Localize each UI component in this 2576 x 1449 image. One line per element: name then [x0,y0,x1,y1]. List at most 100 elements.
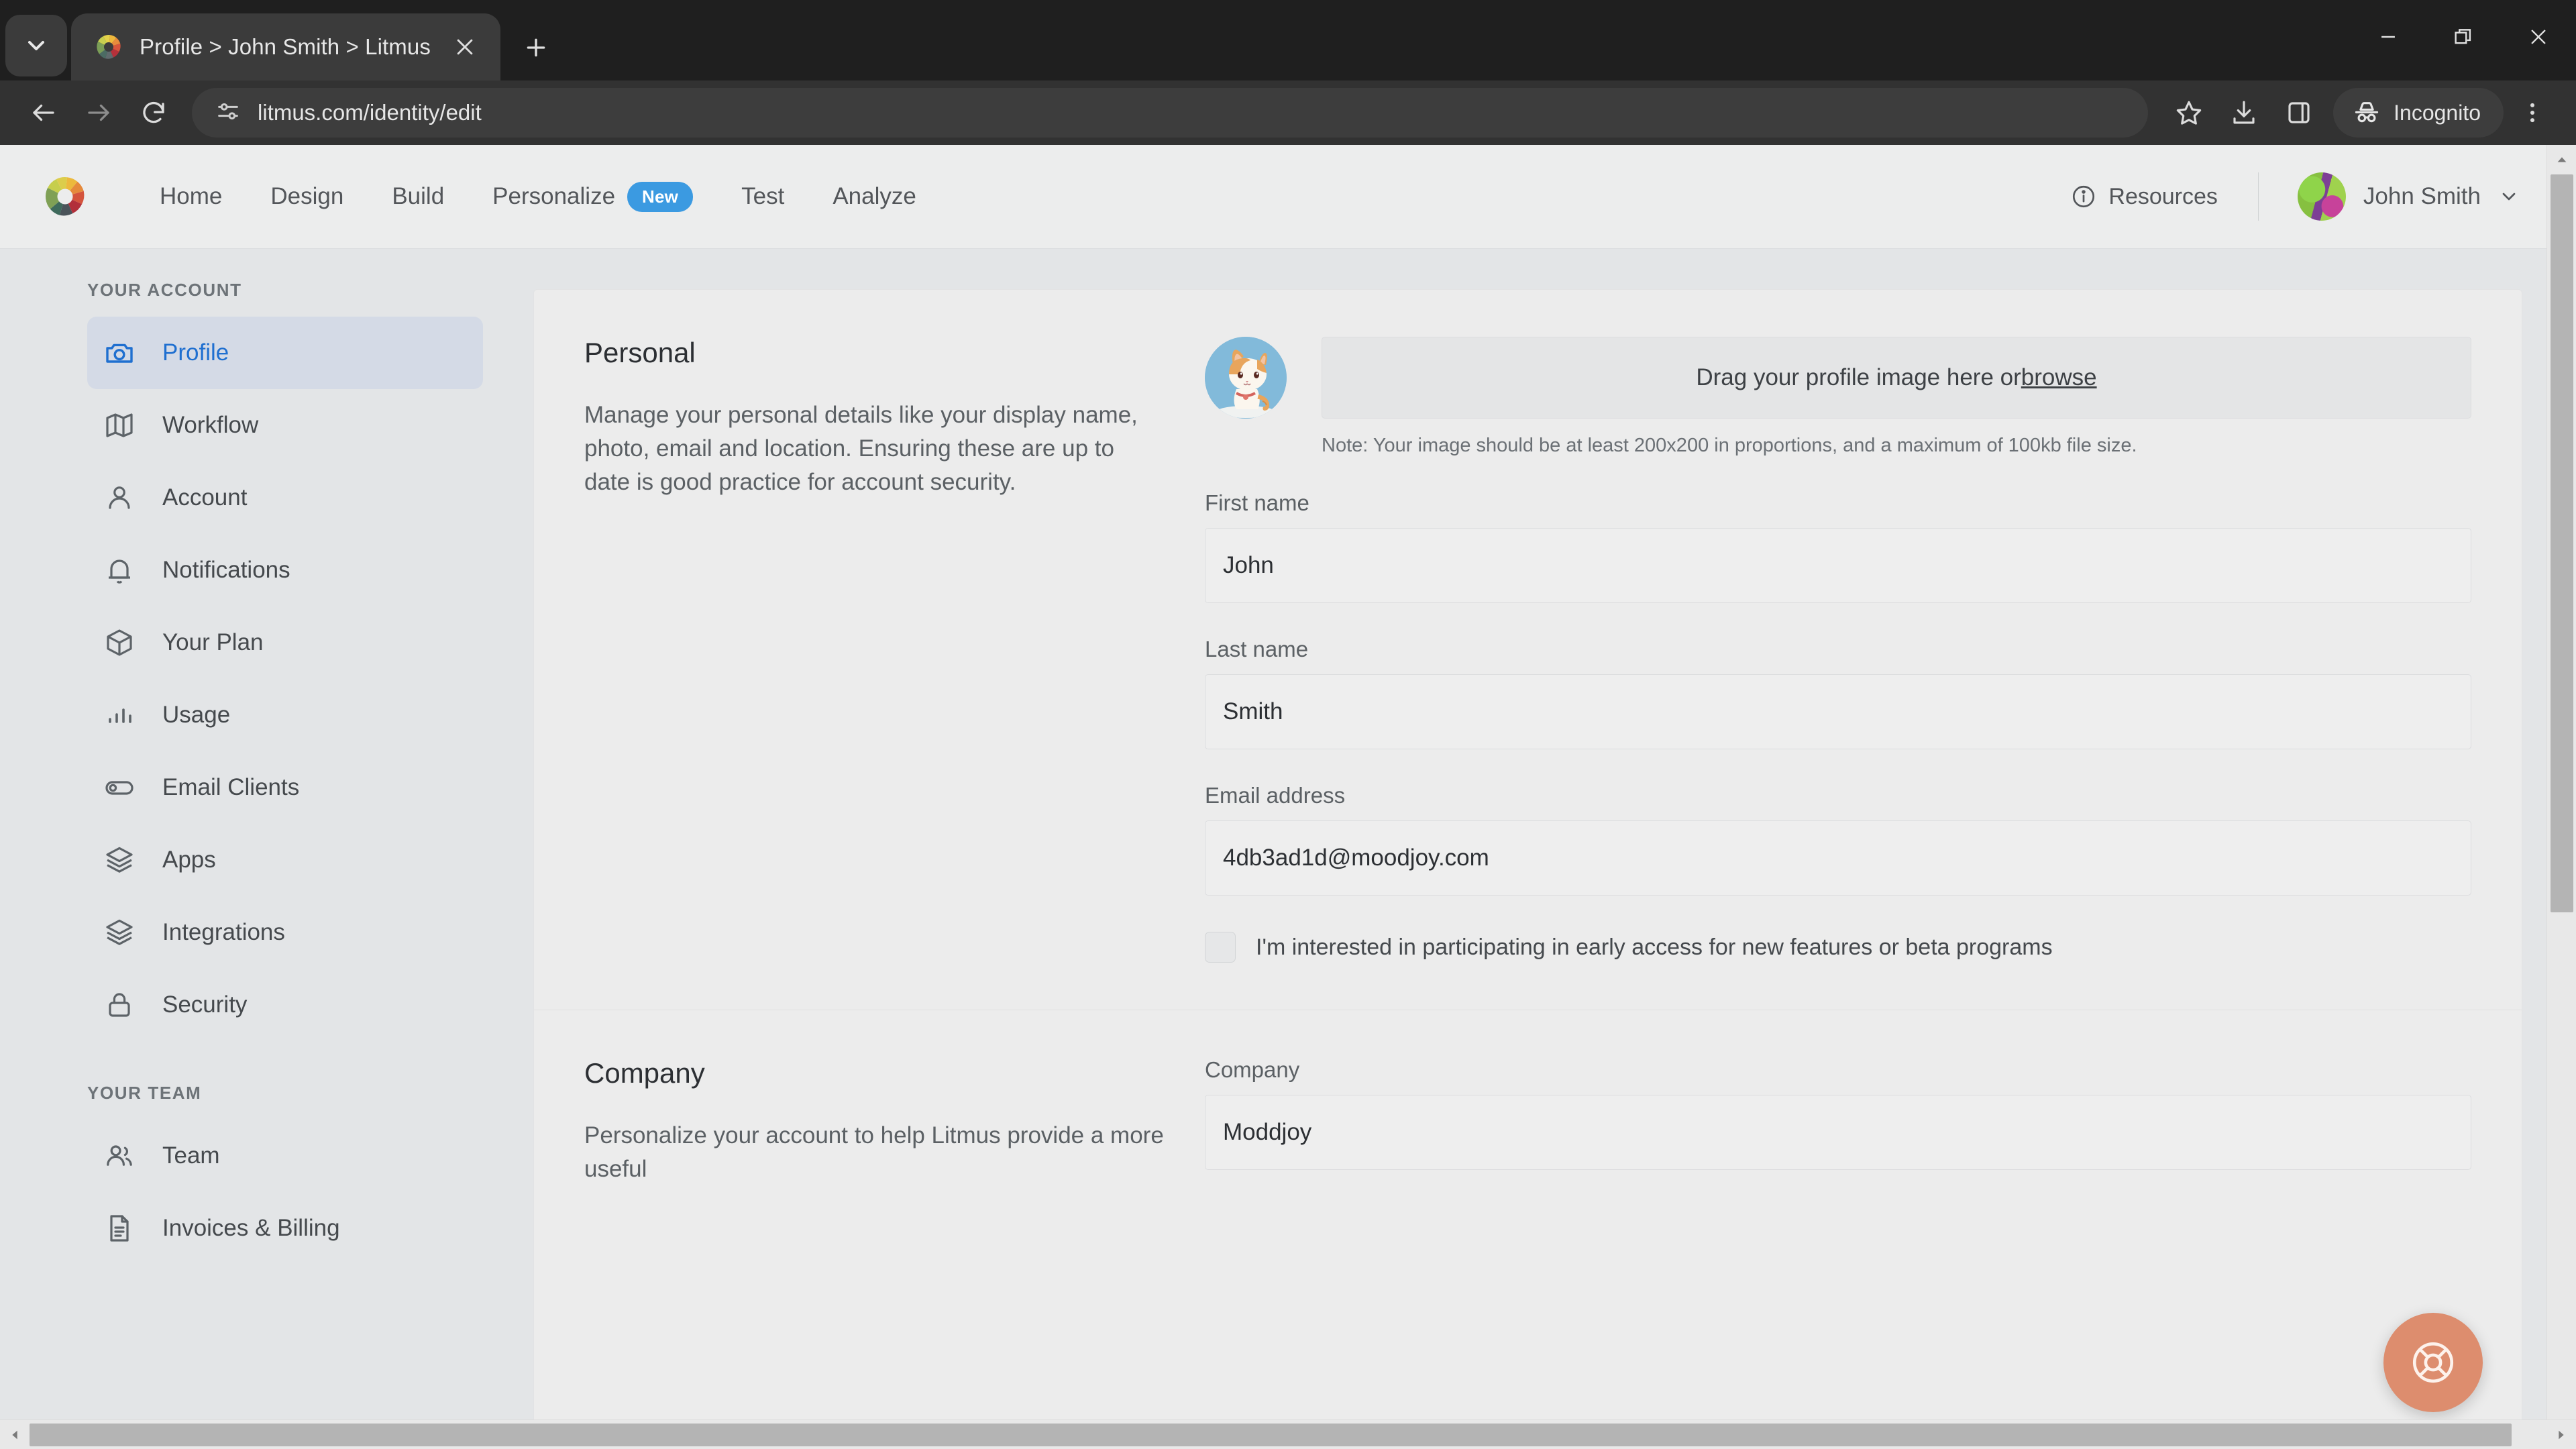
nav-item-design[interactable]: Design [246,183,368,210]
user-menu-button[interactable]: John Smith [2259,172,2520,221]
user-name: John Smith [2363,183,2481,209]
image-dropzone[interactable]: Drag your profile image here or browse [1322,337,2471,419]
sidebar-item-invoices-billing[interactable]: Invoices & Billing [87,1192,483,1265]
litmus-color-wheel-logo[interactable] [39,170,91,223]
sidebar-item-team[interactable]: Team [87,1120,483,1192]
first-name-field: First name John [1205,490,2471,603]
tab-strip: Profile > John Smith > Litmus [0,0,2576,80]
resources-button[interactable]: Resources [2071,184,2258,210]
sidebar-item-account[interactable]: Account [87,462,483,534]
nav-item-home[interactable]: Home [136,183,246,210]
beta-program-checkbox-row[interactable]: I'm interested in participating in early… [1205,932,2471,963]
sidebar-item-email-clients[interactable]: Email Clients [87,751,483,824]
web-page: Home Design Build Personalize New Test A… [0,145,2560,1449]
caret-left-icon [12,1430,17,1439]
new-badge: New [627,181,694,212]
company-field: Company Moddjoy [1205,1057,2471,1170]
plus-icon [527,38,545,57]
window-minimize-button[interactable] [2351,0,2426,74]
sidebar-item-security[interactable]: Security [87,969,483,1041]
toggle-icon [102,770,137,805]
side-panel-button[interactable] [2273,87,2325,139]
tab-close-button[interactable] [447,29,483,65]
vertical-scroll-thumb[interactable] [2551,174,2573,912]
incognito-indicator[interactable]: Incognito [2333,88,2504,138]
sidebar-item-label: Invoices & Billing [162,1215,340,1241]
sidebar-group-label-your-account: YOUR ACCOUNT [87,280,242,300]
support-button[interactable] [2383,1313,2483,1412]
last-name-input[interactable]: Smith [1205,674,2471,749]
nav-label: Design [270,183,344,209]
scroll-up-button[interactable] [2547,145,2576,174]
forward-button[interactable] [72,87,125,139]
camera-icon [102,335,137,370]
downloads-button[interactable] [2218,87,2270,139]
profile-photo [1205,337,1287,419]
sidebar-item-label: Security [162,991,248,1018]
scroll-right-button[interactable] [2546,1420,2576,1449]
main-nav: Home Design Build Personalize New Test A… [136,181,2071,212]
personal-title: Personal [584,337,696,368]
info-circle-icon [2073,185,2095,208]
company-section-intro: Company Personalize your account to help… [534,1057,1205,1186]
chevron-down-icon [2502,193,2516,201]
sidebar-item-integrations[interactable]: Integrations [87,896,483,969]
company-input[interactable]: Moddjoy [1205,1095,2471,1170]
horizontal-scroll-thumb[interactable] [30,1424,2512,1446]
beta-program-checkbox[interactable] [1205,932,1236,963]
sidebar-item-profile[interactable]: Profile [87,317,483,389]
sidebar-item-workflow[interactable]: Workflow [87,389,483,462]
window-close-button[interactable] [2501,0,2576,74]
navbar-right: Resources John Smith [2071,172,2520,221]
users-icon [102,1138,137,1173]
first-name-input[interactable]: John [1205,528,2471,603]
last-name-label: Last name [1205,637,1309,661]
first-name-label: First name [1205,490,1309,515]
nav-item-personalize[interactable]: Personalize New [468,181,717,212]
new-tab-button[interactable] [513,24,559,71]
browser-toolbar: litmus.com/identity/edit Incognito [0,80,2576,145]
horizontal-scrollbar[interactable] [0,1419,2576,1449]
email-input[interactable]: 4db3ad1d@moodjoy.com [1205,820,2471,896]
scroll-left-button[interactable] [0,1420,30,1449]
email-label: Email address [1205,783,1346,808]
reload-icon [143,101,164,123]
settings-card: Personal Manage your personal details li… [533,289,2522,1430]
back-button[interactable] [17,87,70,139]
sidebar-item-notifications[interactable]: Notifications [87,534,483,606]
reload-button[interactable] [127,87,180,139]
sidebar-group-label-your-team: YOUR TEAM [87,1083,202,1103]
address-bar[interactable]: litmus.com/identity/edit [192,88,2149,138]
upload-note: Note: Your image should be at least 200x… [1322,435,2137,456]
browser-menu-button[interactable] [2506,87,2559,139]
vertical-scrollbar[interactable] [2546,145,2576,1449]
app-navbar: Home Design Build Personalize New Test A… [0,145,2560,249]
arrow-left-icon [33,104,54,121]
page-settings-icon[interactable] [215,98,241,128]
window-maximize-button[interactable] [2426,0,2501,74]
sidebar-item-label: Account [162,484,248,511]
browser-tab[interactable]: Profile > John Smith > Litmus [71,13,500,80]
map-icon [102,408,137,443]
kebab-menu-icon [2530,103,2535,123]
star-icon [2176,101,2202,125]
litmus-logo-icon [93,31,125,63]
browse-link[interactable]: browse [2021,364,2097,391]
nav-item-analyze[interactable]: Analyze [808,183,941,210]
document-icon [102,1211,137,1246]
personal-description: Manage your personal details like your d… [584,402,1138,496]
sidebar-item-usage[interactable]: Usage [87,679,483,751]
sidebar-item-label: Your Plan [162,629,264,655]
chevron-down-icon [28,41,44,50]
sidebar-item-your-plan[interactable]: Your Plan [87,606,483,679]
sidebar-item-apps[interactable]: Apps [87,824,483,896]
bookmark-button[interactable] [2163,87,2215,139]
close-icon [2531,30,2546,44]
nav-label: Home [160,183,223,209]
page-viewport: Home Design Build Personalize New Test A… [0,145,2576,1449]
nav-item-test[interactable]: Test [717,183,808,210]
layers-icon [102,843,137,877]
company-label: Company [1205,1057,1300,1082]
nav-item-build[interactable]: Build [368,183,468,210]
tab-search-button[interactable] [5,15,67,76]
